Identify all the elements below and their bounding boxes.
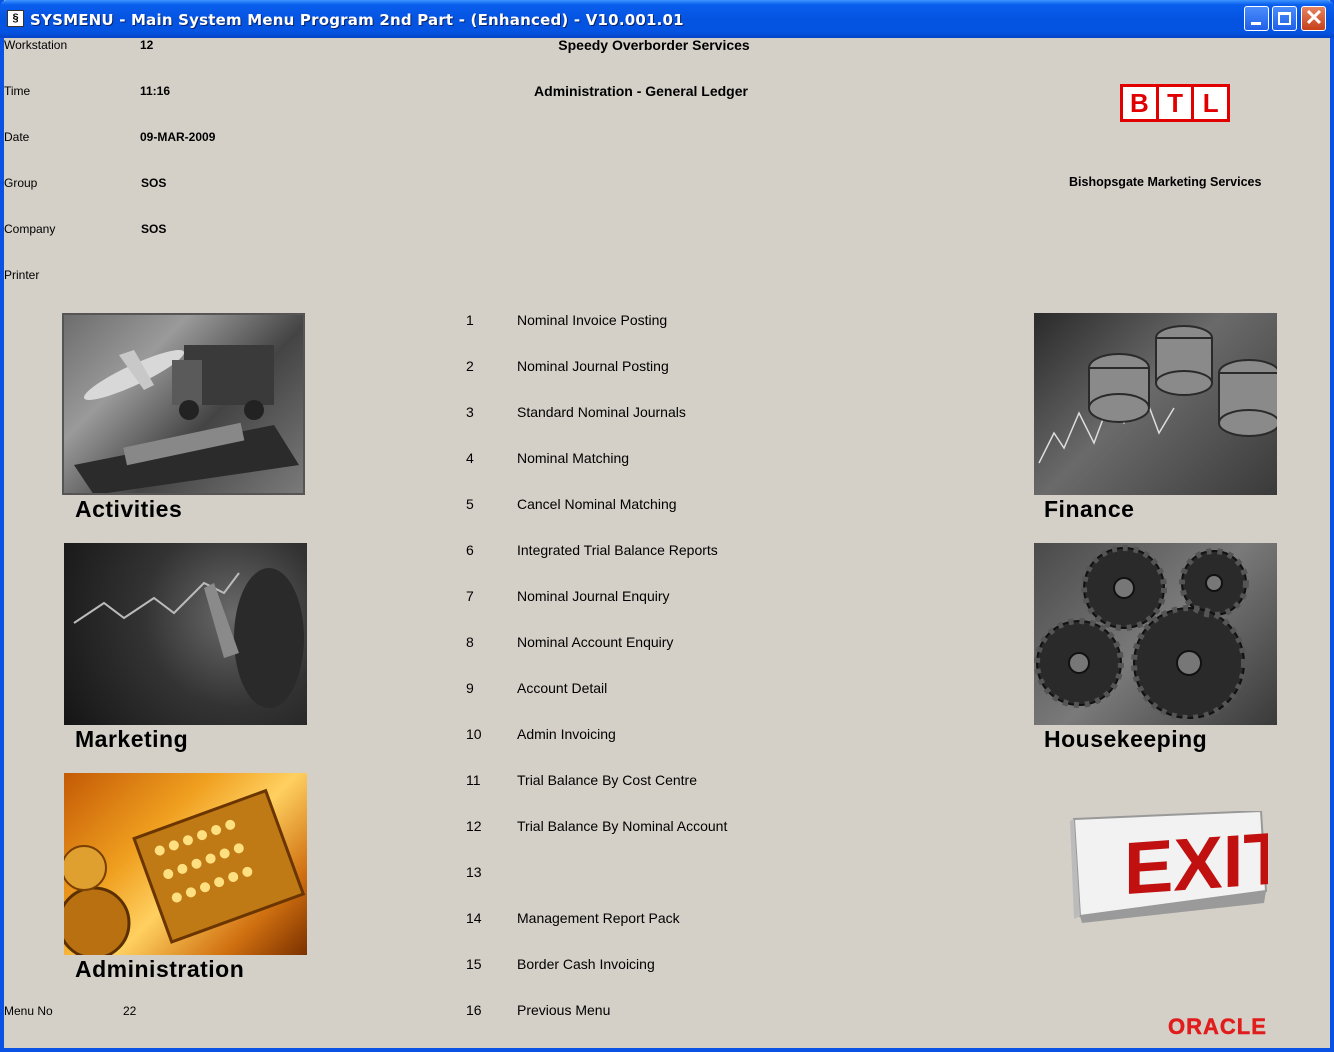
- abacus-icon: [64, 788, 306, 955]
- menu-form: Workstation 12 Time 11:16 Date 09-MAR-20…: [4, 37, 1330, 1048]
- time-value: 11:16: [140, 84, 171, 98]
- menu-item-number[interactable]: 16: [466, 1002, 482, 1018]
- menu-item-number[interactable]: 6: [466, 542, 474, 558]
- menu-item-label[interactable]: Management Report Pack: [517, 910, 680, 926]
- activities-image[interactable]: [62, 313, 305, 495]
- main-window: § SYSMENU - Main System Menu Program 2nd…: [0, 0, 1334, 1052]
- menu-item-number[interactable]: 7: [466, 588, 474, 604]
- housekeeping-image[interactable]: [1034, 543, 1277, 725]
- title-bar[interactable]: § SYSMENU - Main System Menu Program 2nd…: [0, 0, 1334, 38]
- transport-icon: [74, 345, 299, 493]
- btl-logo: B T L: [1120, 84, 1230, 122]
- menu-item-number[interactable]: 15: [466, 956, 482, 972]
- menu-item-label[interactable]: Nominal Account Enquiry: [517, 634, 673, 650]
- company-label: Company: [4, 222, 56, 236]
- marketing-caption[interactable]: Marketing: [75, 726, 188, 753]
- partner-name: Bishopsgate Marketing Services: [1069, 175, 1262, 189]
- menu-item-number[interactable]: 12: [466, 818, 482, 834]
- logo-letter: B: [1123, 87, 1159, 119]
- growth-chart-icon: [73, 568, 304, 708]
- administration-caption[interactable]: Administration: [75, 956, 244, 983]
- date-value: 09-MAR-2009: [140, 130, 216, 144]
- finance-caption[interactable]: Finance: [1044, 496, 1134, 523]
- menu-item-number[interactable]: 10: [466, 726, 482, 742]
- close-button[interactable]: ✕: [1301, 6, 1326, 31]
- menu-item-number[interactable]: 5: [466, 496, 474, 512]
- menu-no-label: Menu No: [4, 1004, 53, 1018]
- housekeeping-caption[interactable]: Housekeeping: [1044, 726, 1207, 753]
- menu-item-label[interactable]: Trial Balance By Cost Centre: [517, 772, 697, 788]
- printer-label: Printer: [4, 268, 40, 282]
- menu-item-label[interactable]: Admin Invoicing: [517, 726, 616, 742]
- window-title: SYSMENU - Main System Menu Program 2nd P…: [30, 11, 684, 29]
- company-name: Speedy Overborder Services: [558, 37, 750, 53]
- menu-item-number[interactable]: 13: [466, 864, 482, 880]
- menu-item-label[interactable]: Nominal Invoice Posting: [517, 312, 667, 328]
- close-icon: ✕: [1304, 5, 1324, 30]
- menu-item-number[interactable]: 9: [466, 680, 474, 696]
- date-label: Date: [4, 130, 30, 144]
- gears-icon: [1034, 545, 1249, 721]
- group-value: SOS: [141, 176, 167, 190]
- menu-item-label[interactable]: Cancel Nominal Matching: [517, 496, 677, 512]
- menu-item-label[interactable]: Border Cash Invoicing: [517, 956, 655, 972]
- menu-item-number[interactable]: 8: [466, 634, 474, 650]
- administration-image[interactable]: [64, 773, 307, 955]
- workstation-value: 12: [140, 38, 154, 52]
- menu-item-label[interactable]: Integrated Trial Balance Reports: [517, 542, 718, 558]
- maximize-button[interactable]: [1272, 6, 1297, 31]
- minimize-icon: [1251, 22, 1261, 25]
- workstation-label: Workstation: [4, 38, 68, 52]
- menu-item-label[interactable]: Nominal Matching: [517, 450, 629, 466]
- menu-item-number[interactable]: 3: [466, 404, 474, 420]
- menu-item-number[interactable]: 14: [466, 910, 482, 926]
- menu-item-number[interactable]: 4: [466, 450, 474, 466]
- finance-image[interactable]: [1034, 313, 1277, 495]
- menu-item-label[interactable]: Nominal Journal Posting: [517, 358, 669, 374]
- menu-item-label[interactable]: Account Detail: [517, 680, 607, 696]
- menu-item-number[interactable]: 2: [466, 358, 474, 374]
- app-icon[interactable]: §: [7, 10, 24, 27]
- logo-letter: T: [1159, 87, 1195, 119]
- menu-item-number[interactable]: 1: [466, 312, 474, 328]
- menu-item-label[interactable]: Previous Menu: [517, 1002, 610, 1018]
- marketing-image[interactable]: [64, 543, 307, 725]
- activities-caption[interactable]: Activities: [75, 496, 182, 523]
- menu-item-label[interactable]: Trial Balance By Nominal Account: [517, 818, 727, 834]
- oracle-logo: ORACLE: [1168, 1014, 1267, 1040]
- menu-item-label[interactable]: Nominal Journal Enquiry: [517, 588, 670, 604]
- exit-button[interactable]: EXIT: [1056, 809, 1288, 923]
- maximize-icon: [1278, 12, 1291, 25]
- company-value: SOS: [141, 222, 167, 236]
- minimize-button[interactable]: [1244, 6, 1269, 31]
- menu-item-number[interactable]: 11: [466, 772, 481, 788]
- coins-icon: [1038, 325, 1277, 464]
- time-label: Time: [4, 84, 31, 98]
- menu-item-label[interactable]: Standard Nominal Journals: [517, 404, 686, 420]
- exit-sign-icon: EXIT: [1070, 809, 1288, 923]
- menu-no-value: 22: [123, 1004, 137, 1018]
- exit-text: EXIT: [1124, 816, 1268, 910]
- logo-letter: L: [1202, 88, 1219, 118]
- menu-title: Administration - General Ledger: [534, 83, 748, 99]
- group-label: Group: [4, 176, 38, 190]
